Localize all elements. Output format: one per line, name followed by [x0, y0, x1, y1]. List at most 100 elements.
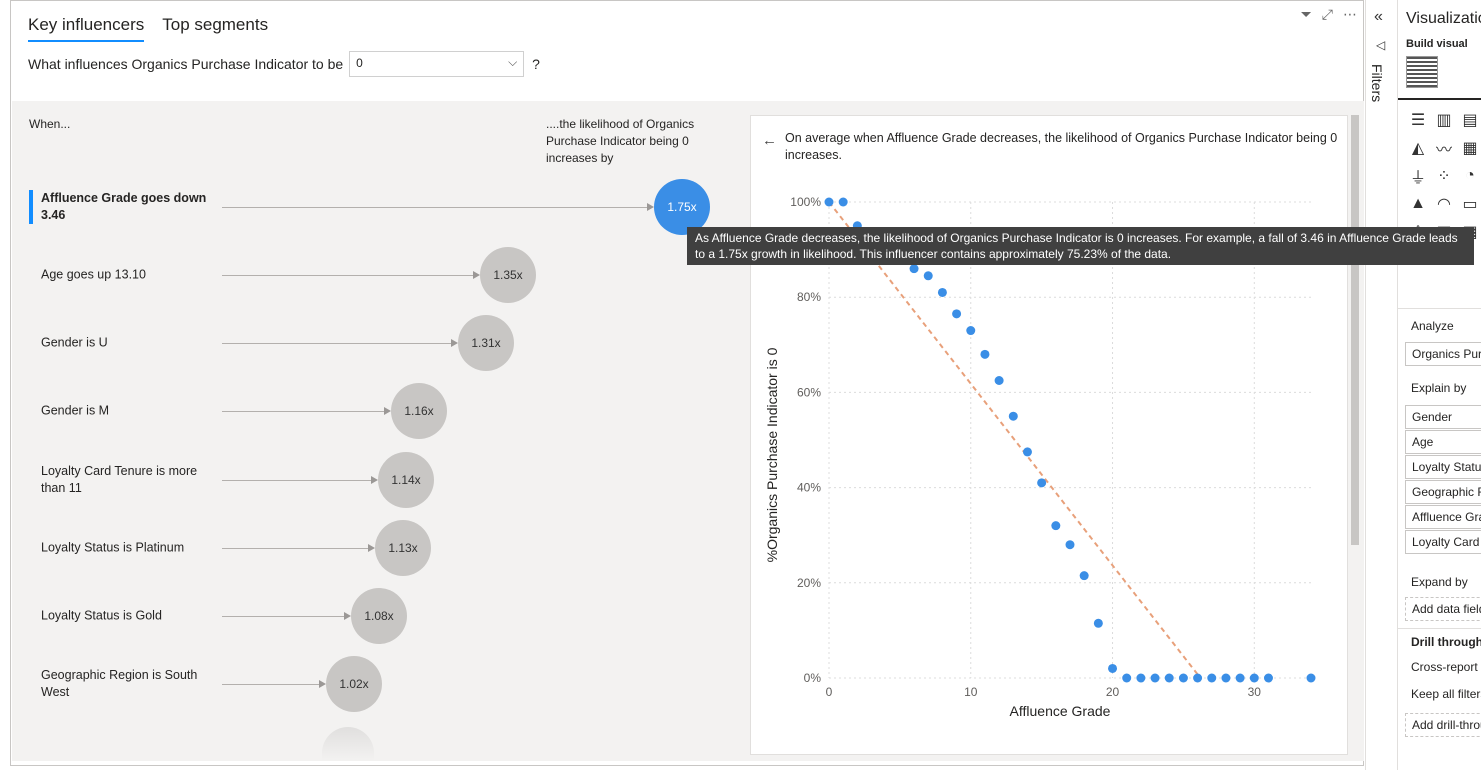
data-point — [824, 197, 834, 207]
divider — [1398, 308, 1481, 309]
influencer-row[interactable]: Gender is U 1.31x — [12, 315, 747, 371]
data-point — [1178, 673, 1188, 683]
filters-pane-collapsed[interactable]: « ◁ Filters — [1365, 0, 1395, 770]
area-chart-icon[interactable]: ◭ — [1408, 138, 1428, 158]
visual-header-icons: ⏷ ⤢ ⋯ — [1301, 6, 1357, 23]
influencer-bubble[interactable]: 1.16x — [391, 383, 447, 439]
influencer-bubble[interactable]: 1.14x — [378, 452, 434, 508]
influencer-label: Gender is U — [41, 335, 108, 350]
data-point — [1263, 673, 1273, 683]
influencer-row[interactable]: Age goes up 13.10 1.35x — [12, 247, 747, 303]
data-point — [909, 264, 919, 274]
influencer-label: Loyalty Status is Platinum — [41, 540, 185, 555]
scrollbar[interactable] — [1351, 115, 1359, 545]
y-tick-label: 100% — [790, 195, 821, 209]
x-tick-label: 0 — [826, 685, 833, 699]
influencer-arrow — [222, 271, 480, 279]
data-point — [1221, 673, 1231, 683]
influencer-bubble[interactable]: 1.35x — [480, 247, 536, 303]
y-tick-label: 40% — [797, 481, 821, 495]
help-mark[interactable]: ? — [532, 56, 540, 72]
data-point — [1051, 521, 1061, 531]
key-influencers-visual: Key influencers Top segments ⏷ ⤢ ⋯ What … — [10, 0, 1364, 766]
data-point — [1249, 673, 1259, 683]
data-point — [1207, 673, 1217, 683]
data-point — [966, 326, 976, 336]
build-visual-icon[interactable] — [1406, 56, 1438, 88]
x-tick-label: 30 — [1248, 685, 1262, 699]
keep-filters-label: Keep all filters — [1411, 687, 1481, 701]
influencer-row[interactable]: Affluence Grade goes down 3.46 1.75x — [12, 179, 747, 235]
data-point — [952, 309, 962, 319]
influencers-panel: When... ....the likelihood of Organics P… — [12, 101, 1364, 761]
influencer-arrow — [222, 339, 458, 347]
data-point — [923, 271, 933, 281]
explain-by-field[interactable]: Affluence Grade — [1405, 505, 1481, 529]
influencer-bubble[interactable]: 1.02x — [326, 656, 382, 712]
selected-indicator — [29, 190, 33, 224]
data-point — [1193, 673, 1203, 683]
influencer-row[interactable]: Loyalty Status is Gold 1.08x — [12, 588, 747, 644]
filter-funnel-icon: ◁ — [1376, 38, 1386, 52]
x-tick-label: 10 — [964, 685, 978, 699]
data-point — [1093, 618, 1103, 628]
influencer-row[interactable]: Gender is M 1.16x — [12, 383, 747, 439]
influencer-bubble[interactable]: 1.13x — [375, 520, 431, 576]
data-point — [1164, 673, 1174, 683]
data-point — [1306, 673, 1316, 683]
gauge-icon[interactable]: ◠ — [1434, 194, 1454, 214]
y-axis-label: %Organics Purchase Indicator is 0 — [764, 347, 780, 562]
filters-label: Filters — [1369, 64, 1385, 103]
data-point — [937, 287, 947, 297]
influencer-arrow — [222, 680, 326, 688]
tab-key-influencers[interactable]: Key influencers — [28, 15, 145, 42]
analyze-field[interactable]: Organics Purchase Indicator — [1405, 342, 1481, 366]
explain-by-field[interactable]: Geographic Region — [1405, 480, 1481, 504]
data-point — [980, 349, 990, 359]
influencer-row[interactable]: Geographic Region is South West 1.02x — [12, 656, 747, 712]
scatter-icon[interactable]: ⁘ — [1434, 166, 1454, 186]
influencer-bubble[interactable]: 1.31x — [458, 315, 514, 371]
explain-by-field[interactable]: Loyalty Status — [1405, 455, 1481, 479]
data-point — [1037, 478, 1047, 488]
explain-by-field[interactable]: Age — [1405, 430, 1481, 454]
pie-chart-icon[interactable]: ◔ — [1460, 166, 1480, 186]
influencer-bubble[interactable]: 1.08x — [351, 588, 407, 644]
more-options-icon[interactable]: ⋯ — [1343, 6, 1357, 23]
stacked-bar-icon[interactable]: ☰ — [1408, 110, 1428, 130]
collapse-chevron-icon[interactable]: « — [1374, 8, 1383, 26]
influencer-row[interactable]: Loyalty Card Tenure is more than 11 1.14x — [12, 452, 747, 508]
ribbon-chart-icon[interactable]: ▦ — [1460, 138, 1480, 158]
focus-mode-icon[interactable]: ⤢ — [1322, 6, 1333, 23]
analyze-label: Analyze — [1411, 319, 1454, 333]
value-dropdown-selected: 0 — [356, 56, 363, 70]
data-point — [1122, 673, 1132, 683]
influencer-arrow — [222, 544, 375, 552]
cross-report-label: Cross-report — [1411, 660, 1478, 674]
influencer-arrow — [222, 407, 391, 415]
visualizations-pane: Visualizations Build visual ☰ ▥ ▤ ◭ 〰 ▦ … — [1397, 0, 1481, 770]
expand-by-label: Expand by — [1411, 575, 1468, 589]
filter-icon[interactable]: ⏷ — [1301, 6, 1312, 23]
data-point — [1065, 540, 1075, 550]
chevron-down-icon: ⌵ — [508, 55, 518, 69]
key-influencers-icon[interactable]: ▲ — [1408, 194, 1428, 214]
line-chart-icon[interactable]: 〰 — [1434, 138, 1454, 159]
column-chart-icon[interactable]: ▥ — [1434, 110, 1454, 130]
trend-line — [828, 201, 1202, 679]
expand-by-drop[interactable]: Add data fields here — [1405, 597, 1481, 621]
card-icon[interactable]: ▭ — [1460, 194, 1480, 214]
influencer-row[interactable]: Loyalty Status is Platinum 1.13x — [12, 520, 747, 576]
tab-top-segments[interactable]: Top segments — [162, 15, 268, 42]
divider — [1398, 628, 1481, 629]
funnel-icon[interactable]: ⏚ — [1408, 166, 1428, 187]
explain-by-field[interactable]: Gender — [1405, 405, 1481, 429]
data-point — [1008, 411, 1018, 421]
value-dropdown[interactable]: 0 ⌵ — [349, 51, 525, 77]
drill-through-drop[interactable]: Add drill-through fields here — [1405, 713, 1481, 737]
question-row: What influences Organics Purchase Indica… — [28, 51, 540, 77]
explain-by-field[interactable]: Loyalty Card Tenure — [1405, 530, 1481, 554]
likelihood-header: ....the likelihood of Organics Purchase … — [546, 117, 695, 165]
y-tick-label: 20% — [797, 576, 821, 590]
clustered-bar-icon[interactable]: ▤ — [1460, 110, 1480, 130]
